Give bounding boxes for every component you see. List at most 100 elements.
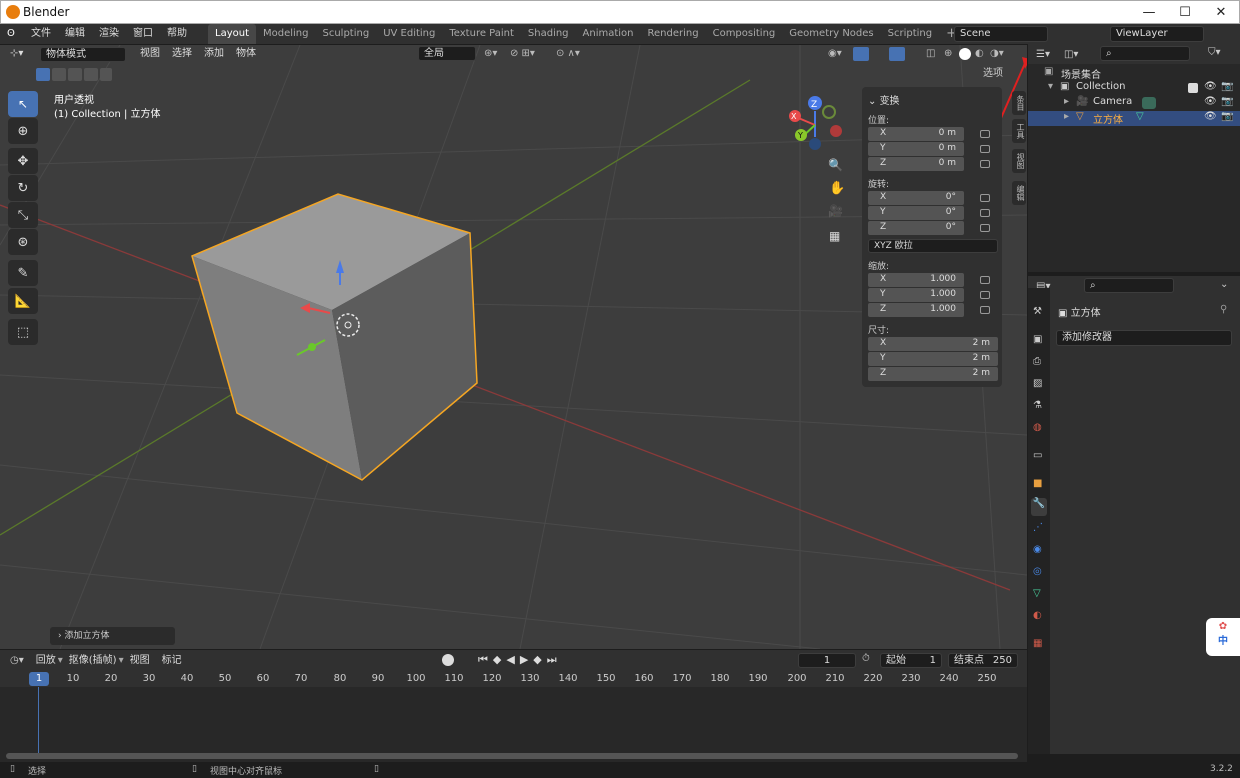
menu-view[interactable]: 视图 [134,45,166,63]
select-invert-icon[interactable] [84,68,98,81]
modifier-tab-icon[interactable]: 🔧 [1031,498,1047,516]
options-button[interactable]: 选项 [983,65,1003,83]
sidebar-tab-tool[interactable]: 工具 [1012,119,1026,143]
overlay-toggle-icon[interactable] [889,47,905,61]
transform-tool[interactable]: ⊛ [8,229,38,255]
lock-icon[interactable] [980,130,990,138]
select-box-tool[interactable]: ↖ [8,91,38,117]
menu-add[interactable]: 添加 [198,45,230,63]
texture-tab-icon[interactable]: ▦ [1033,638,1042,649]
add-cube-tool[interactable]: ⬚ [8,319,38,345]
annotate-tool[interactable]: ✎ [8,260,38,286]
display-mode-icon[interactable]: ◫▾ [1064,49,1078,60]
tab-modeling[interactable]: Modeling [256,24,316,44]
lock-icon[interactable] [980,160,990,168]
clock-icon[interactable]: ⏱ [862,653,870,664]
camera-render-icon[interactable]: 📷 [1221,96,1233,107]
blender-menu-icon[interactable]: ʘ [0,24,24,44]
wireframe-shading-icon[interactable]: ⊕ [944,45,952,63]
scale-x-field[interactable]: X 1.000 [868,273,964,287]
checkbox-icon[interactable] [1188,83,1198,93]
render-tab-icon[interactable]: ▣ [1033,334,1042,345]
chevron-down-icon[interactable]: ⌄ [1220,279,1228,290]
menu-timeline-view[interactable]: 视图 [130,652,150,670]
record-icon[interactable] [442,654,454,666]
rotate-tool[interactable]: ↻ [8,175,38,201]
expand-arrow-icon[interactable]: ▸ [1064,96,1069,107]
frame-ruler[interactable]: 1 10 20 30 40 50 60 70 80 90 100 110 120… [0,671,1027,687]
move-tool[interactable]: ✥ [8,148,38,174]
view-layer-tab-icon[interactable]: ▨ [1033,378,1042,389]
outliner-collection[interactable]: ▾ ▣ Collection 👁 📷 [1028,81,1240,96]
scene-selector[interactable]: Scene [954,26,1048,42]
expand-arrow-icon[interactable]: ▸ [1064,111,1069,122]
snap-icon[interactable]: ⊘ ⊞▾ [510,45,535,63]
eye-icon[interactable]: 👁 [1204,81,1217,92]
tab-geometry-nodes[interactable]: Geometry Nodes [782,24,880,44]
physics-tab-icon[interactable]: ◉ [1033,544,1042,555]
location-x-field[interactable]: X0 m [868,127,964,141]
eye-icon[interactable]: 👁 [1204,111,1217,122]
rotation-y-field[interactable]: Y 0° [868,206,964,220]
measure-tool[interactable]: 📐 [8,288,38,314]
tab-layout[interactable]: Layout [208,24,256,44]
editor-type-icon[interactable]: ⊹▾ [10,45,36,63]
menu-object[interactable]: 物体 [230,45,262,63]
add-modifier-dropdown[interactable]: 添加修改器 [1056,330,1232,346]
tab-texture-paint[interactable]: Texture Paint [442,24,521,44]
lock-icon[interactable] [980,209,990,217]
timeline-editor-icon[interactable]: ◷▾ [10,655,24,666]
material-tab-icon[interactable]: ◐ [1033,610,1042,621]
transform-panel-title[interactable]: ⌄ 变换 [868,92,900,107]
tab-animation[interactable]: Animation [576,24,641,44]
cursor-tool[interactable]: ⊕ [8,118,38,144]
minimize-button[interactable]: — [1131,1,1167,25]
tab-scripting[interactable]: Scripting [881,24,939,44]
data-tab-icon[interactable]: ▽ [1033,588,1041,599]
output-tab-icon[interactable]: ⎙ [1033,356,1041,367]
solid-shading-icon[interactable] [959,48,971,60]
menu-marker[interactable]: 标记 [162,652,182,670]
lock-icon[interactable] [980,276,990,284]
maximize-button[interactable]: ☐ [1167,1,1203,25]
visibility-icon[interactable]: ◉▾ [828,45,842,63]
menu-window[interactable]: 窗口 [126,24,160,44]
orientation-selector[interactable]: 全局 [418,46,476,61]
lock-icon[interactable] [980,194,990,202]
pan-hand-icon[interactable]: ✋ [829,181,845,196]
viewlayer-selector[interactable]: ViewLayer [1110,26,1204,42]
menu-playback[interactable]: 回放 [36,652,56,670]
timeline-scrollbar[interactable] [6,753,1018,759]
pivot-icon[interactable]: ⊛▾ [484,45,497,63]
lock-icon[interactable] [980,224,990,232]
playhead-label[interactable]: 1 [29,672,49,686]
playback-controls[interactable]: ⏮◆◀▶◆⏭ [478,653,562,667]
material-shading-icon[interactable]: ◐ [975,45,984,63]
mode-selector[interactable]: 物体模式 [40,46,126,62]
rotation-mode-selector[interactable]: XYZ 欧拉 [868,239,998,253]
outliner-search[interactable]: ⌕ [1100,46,1190,61]
tab-compositing[interactable]: Compositing [706,24,783,44]
sidebar-tab-item[interactable]: 条目 [1012,91,1026,115]
end-frame-field[interactable]: 结束点 250 [948,653,1018,668]
location-y-field[interactable]: Y0 m [868,142,964,156]
select-extend-icon[interactable] [52,68,66,81]
tab-shading[interactable]: Shading [521,24,576,44]
rotation-x-field[interactable]: X 0° [868,191,964,205]
xray-icon[interactable]: ◫ [926,45,935,63]
sidebar-tab-view[interactable]: 视图 [1012,149,1026,173]
filter-icon[interactable]: ⛉▾ [1208,47,1221,58]
tab-sculpting[interactable]: Sculpting [316,24,377,44]
close-button[interactable]: ✕ [1203,1,1239,25]
dimension-x-field[interactable]: X2 m [868,337,998,351]
particles-tab-icon[interactable]: ⋰ [1033,522,1043,533]
select-mode-buttons[interactable] [36,68,112,82]
menu-edit[interactable]: 编辑 [58,24,92,44]
scene-tab-icon[interactable]: ⚗ [1033,400,1042,411]
dimension-z-field[interactable]: Z2 m [868,367,998,381]
scale-tool[interactable]: ⤡ [8,202,38,228]
tab-rendering[interactable]: Rendering [641,24,706,44]
location-z-field[interactable]: Z0 m [868,157,964,171]
tool-tab-icon[interactable]: ⚒ [1033,306,1042,317]
scale-z-field[interactable]: Z 1.000 [868,303,964,317]
